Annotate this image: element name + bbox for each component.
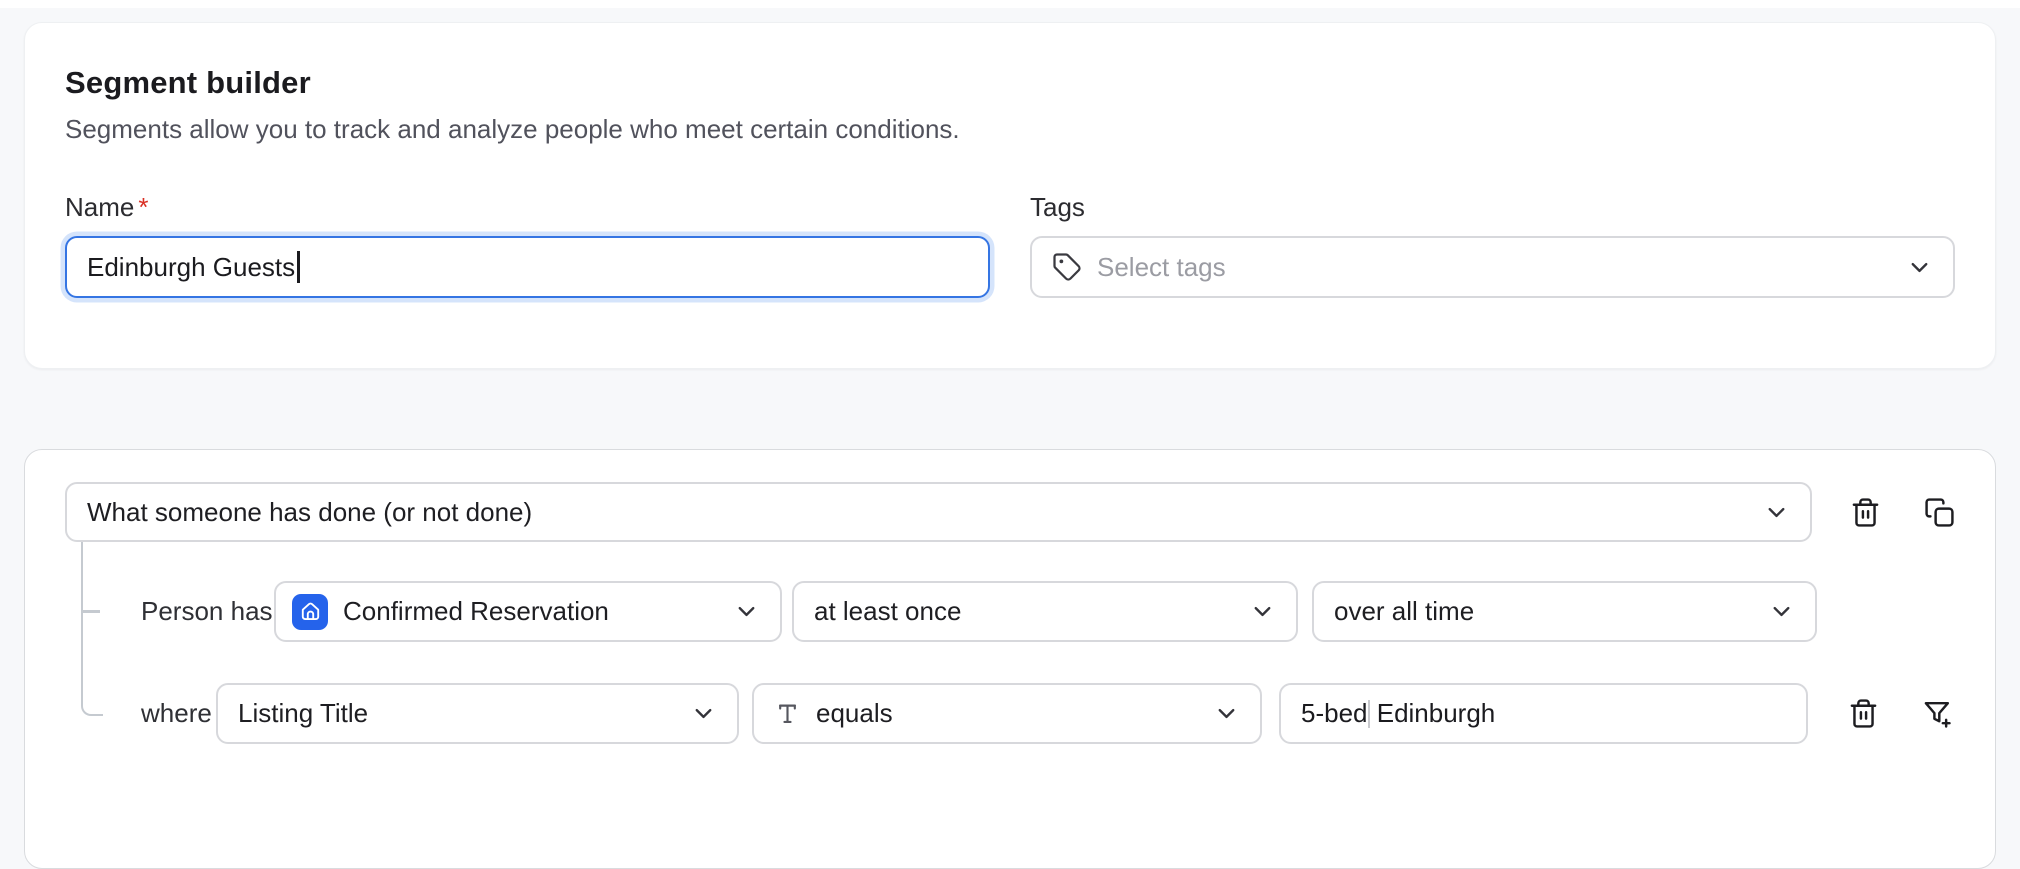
chevron-down-icon (1768, 598, 1795, 625)
operator-select-value: equals (816, 698, 893, 729)
name-field: Name* Edinburgh Guests (65, 192, 990, 298)
tag-icon (1052, 252, 1082, 282)
page-subtitle: Segments allow you to track and analyze … (65, 114, 1955, 145)
tags-select[interactable]: Select tags (1030, 236, 1955, 298)
segment-builder-card: Segment builder Segments allow you to tr… (24, 22, 1996, 369)
conditions-card: What someone has done (or not done) Pers… (24, 449, 1996, 869)
add-filter-button[interactable] (1922, 698, 1953, 729)
name-input-value: Edinburgh Guests (87, 252, 295, 283)
event-row: Person has Confirmed Reservation at leas… (65, 581, 1955, 642)
condition-type-row: What someone has done (or not done) (65, 482, 1955, 542)
trash-icon (1850, 497, 1881, 528)
trash-icon (1848, 698, 1879, 729)
filter-value-before: 5-bed (1301, 698, 1368, 729)
name-label: Name* (65, 192, 990, 223)
tree-connector-elbow (81, 542, 103, 716)
timeframe-select-value: over all time (1334, 596, 1474, 627)
page-title: Segment builder (65, 65, 1955, 101)
condition-type-select[interactable]: What someone has done (or not done) (65, 482, 1812, 542)
filter-plus-icon (1922, 698, 1953, 729)
filter-value-after: Edinburgh (1370, 698, 1496, 729)
event-select-value: Confirmed Reservation (343, 596, 609, 627)
frequency-select-value: at least once (814, 596, 961, 627)
chevron-down-icon (1213, 700, 1240, 727)
tags-label: Tags (1030, 192, 1955, 223)
condition-type-value: What someone has done (or not done) (87, 497, 532, 528)
frequency-select[interactable]: at least once (792, 581, 1298, 642)
tags-placeholder: Select tags (1097, 252, 1226, 283)
chevron-down-icon (1763, 499, 1790, 526)
name-input[interactable]: Edinburgh Guests (65, 236, 990, 298)
chevron-down-icon (1906, 254, 1933, 281)
tree-connector-tick (81, 610, 100, 613)
tags-field: Tags Select tags (1030, 192, 1955, 298)
delete-filter-button[interactable] (1848, 698, 1879, 729)
top-divider (0, 0, 2020, 8)
chevron-down-icon (733, 598, 760, 625)
text-caret (297, 251, 300, 283)
filter-row: where Listing Title equals 5-bed Edi (65, 683, 1955, 744)
property-select-value: Listing Title (238, 698, 368, 729)
operator-select[interactable]: equals (752, 683, 1262, 744)
delete-condition-button[interactable] (1850, 497, 1881, 528)
filter-row-label: where (141, 698, 216, 729)
property-select[interactable]: Listing Title (216, 683, 739, 744)
event-row-label: Person has (141, 596, 274, 627)
event-select[interactable]: Confirmed Reservation (274, 581, 782, 642)
timeframe-select[interactable]: over all time (1312, 581, 1817, 642)
filter-value-input[interactable]: 5-bed Edinburgh (1279, 683, 1808, 744)
required-marker: * (138, 192, 148, 222)
copy-icon (1924, 497, 1955, 528)
home-icon (292, 594, 328, 630)
duplicate-condition-button[interactable] (1924, 497, 1955, 528)
chevron-down-icon (690, 700, 717, 727)
text-type-icon (774, 700, 801, 727)
chevron-down-icon (1249, 598, 1276, 625)
